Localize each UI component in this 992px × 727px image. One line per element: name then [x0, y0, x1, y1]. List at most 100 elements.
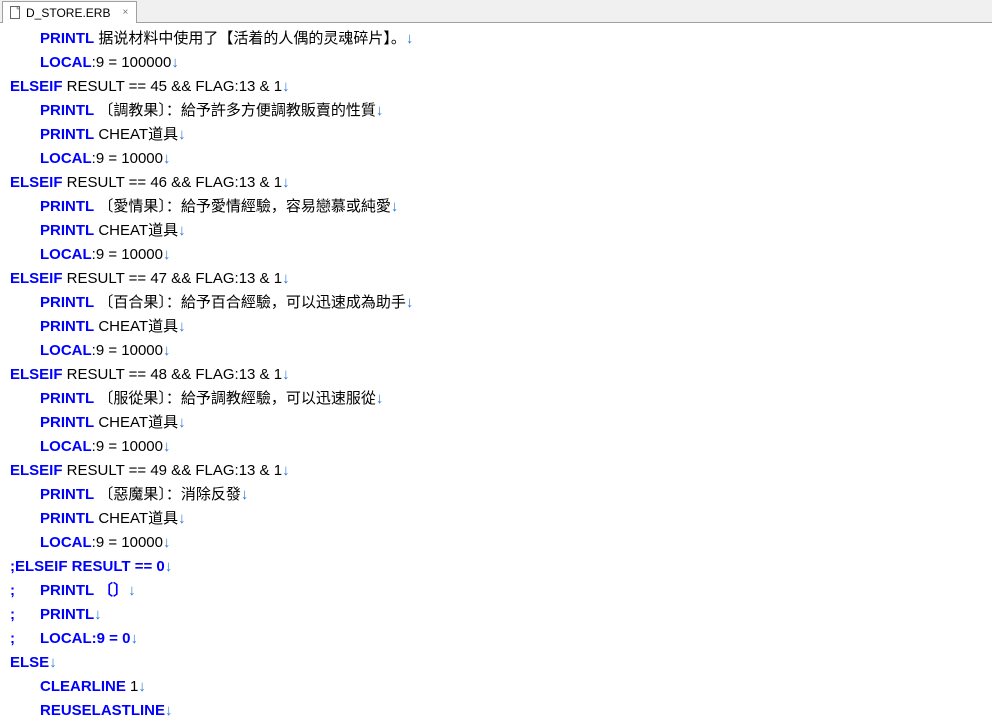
eol-icon: ↓ — [282, 78, 290, 95]
eol-icon: ↓ — [165, 702, 173, 719]
eol-icon: ↓ — [163, 150, 171, 167]
code-text: CHEAT道具 — [94, 318, 178, 335]
code-keyword: ELSEIF — [10, 78, 63, 95]
code-line[interactable]: LOCAL:9 = 10000↓ — [10, 531, 984, 555]
eol-icon: ↓ — [376, 102, 384, 119]
eol-icon: ↓ — [241, 486, 249, 503]
code-line[interactable]: ELSEIF RESULT == 49 && FLAG:13 & 1↓ — [10, 459, 984, 483]
code-line[interactable]: LOCAL:9 = 10000↓ — [10, 435, 984, 459]
eol-icon: ↓ — [282, 174, 290, 191]
code-keyword: LOCAL — [40, 342, 92, 359]
code-line[interactable]: PRINTL 据说材料中使用了【活着的人偶的灵魂碎片】。↓ — [10, 27, 984, 51]
code-line[interactable]: ELSEIF RESULT == 45 && FLAG:13 & 1↓ — [10, 75, 984, 99]
file-icon — [9, 6, 22, 19]
code-line[interactable]: ELSE↓ — [10, 651, 984, 675]
eol-icon: ↓ — [171, 54, 179, 71]
code-text: 据说材料中使用了【活着的人偶的灵魂碎片】。 — [94, 30, 406, 47]
code-text: 〔調教果〕：給予許多方便調教販賣的性質 — [94, 102, 376, 119]
code-line[interactable]: PRINTL 〔愛情果〕：給予愛情經驗，容易戀慕或純愛↓ — [10, 195, 984, 219]
code-line[interactable]: LOCAL:9 = 10000↓ — [10, 147, 984, 171]
code-text: 〔愛情果〕：給予愛情經驗，容易戀慕或純愛 — [94, 198, 391, 215]
code-line[interactable]: PRINTL CHEAT道具↓ — [10, 507, 984, 531]
code-line[interactable]: PRINTL 〔服從果〕：給予調教經驗，可以迅速服從↓ — [10, 387, 984, 411]
code-line[interactable]: ; PRINTL↓ — [10, 603, 984, 627]
code-keyword: PRINTL — [40, 222, 94, 239]
code-keyword: ELSE — [10, 654, 49, 671]
code-text: CHEAT道具 — [94, 414, 178, 431]
code-keyword: ELSEIF — [10, 462, 63, 479]
code-text: CHEAT道具 — [94, 510, 178, 527]
close-icon[interactable]: × — [120, 8, 130, 18]
code-line[interactable]: LOCAL:9 = 10000↓ — [10, 339, 984, 363]
code-keyword: REUSELASTLINE — [40, 702, 165, 719]
code-line[interactable]: ; PRINTL 〔〕↓ — [10, 579, 984, 603]
eol-icon: ↓ — [49, 654, 57, 671]
tab-active[interactable]: D_STORE.ERB × — [2, 1, 137, 23]
code-keyword: PRINTL — [40, 30, 94, 47]
code-line[interactable]: ELSEIF RESULT == 48 && FLAG:13 & 1↓ — [10, 363, 984, 387]
code-text: 〔服從果〕：給予調教經驗，可以迅速服從 — [94, 390, 376, 407]
eol-icon: ↓ — [406, 30, 414, 47]
eol-icon: ↓ — [178, 222, 186, 239]
code-line[interactable]: PRINTL CHEAT道具↓ — [10, 411, 984, 435]
eol-icon: ↓ — [178, 510, 186, 527]
eol-icon: ↓ — [165, 558, 173, 575]
eol-icon: ↓ — [406, 294, 414, 311]
code-keyword: LOCAL — [40, 534, 92, 551]
code-line[interactable]: PRINTL 〔調教果〕：給予許多方便調教販賣的性質↓ — [10, 99, 984, 123]
eol-icon: ↓ — [163, 534, 171, 551]
code-keyword: LOCAL — [40, 54, 92, 71]
code-keyword: PRINTL — [40, 414, 94, 431]
code-keyword: PRINTL — [40, 510, 94, 527]
code-keyword: PRINTL — [40, 294, 94, 311]
eol-icon: ↓ — [178, 126, 186, 143]
code-keyword: PRINTL — [40, 318, 94, 335]
eol-icon: ↓ — [130, 630, 138, 647]
code-text: RESULT == 45 && FLAG:13 & 1 — [63, 78, 283, 95]
code-keyword: ; LOCAL:9 = 0 — [10, 630, 130, 647]
code-line[interactable]: ;ELSEIF RESULT == 0↓ — [10, 555, 984, 579]
code-line[interactable]: PRINTL CHEAT道具↓ — [10, 219, 984, 243]
code-text: RESULT == 48 && FLAG:13 & 1 — [63, 366, 283, 383]
code-keyword: ELSEIF — [10, 366, 63, 383]
code-editor[interactable]: PRINTL 据说材料中使用了【活着的人偶的灵魂碎片】。↓LOCAL:9 = 1… — [0, 23, 992, 727]
code-text: :9 = 10000 — [92, 246, 163, 263]
tab-filename: D_STORE.ERB — [26, 6, 110, 20]
code-line[interactable]: PRINTL 〔百合果〕：給予百合經驗，可以迅速成為助手↓ — [10, 291, 984, 315]
eol-icon: ↓ — [138, 678, 146, 695]
code-line[interactable]: LOCAL:9 = 100000↓ — [10, 51, 984, 75]
code-text: RESULT == 46 && FLAG:13 & 1 — [63, 174, 283, 191]
code-line[interactable]: CLEARLINE 1↓ — [10, 675, 984, 699]
eol-icon: ↓ — [391, 198, 399, 215]
code-line[interactable]: ELSEIF RESULT == 47 && FLAG:13 & 1↓ — [10, 267, 984, 291]
code-text: :9 = 10000 — [92, 438, 163, 455]
code-keyword: PRINTL — [40, 126, 94, 143]
code-keyword: LOCAL — [40, 246, 92, 263]
code-line[interactable]: PRINTL CHEAT道具↓ — [10, 123, 984, 147]
code-keyword: LOCAL — [40, 150, 92, 167]
code-keyword: ; PRINTL 〔〕 — [10, 582, 128, 599]
eol-icon: ↓ — [282, 270, 290, 287]
code-keyword: PRINTL — [40, 390, 94, 407]
code-text: :9 = 10000 — [92, 534, 163, 551]
code-text: RESULT == 49 && FLAG:13 & 1 — [63, 462, 283, 479]
code-line[interactable]: ; LOCAL:9 = 0↓ — [10, 627, 984, 651]
code-line[interactable]: PRINTL 〔惡魔果〕：消除反發↓ — [10, 483, 984, 507]
code-keyword: PRINTL — [40, 198, 94, 215]
tab-bar: D_STORE.ERB × — [0, 0, 992, 23]
eol-icon: ↓ — [282, 462, 290, 479]
code-keyword: ELSEIF — [10, 270, 63, 287]
code-line[interactable]: PRINTL CHEAT道具↓ — [10, 315, 984, 339]
code-keyword: LOCAL — [40, 438, 92, 455]
code-keyword: ;ELSEIF RESULT == 0 — [10, 558, 165, 575]
eol-icon: ↓ — [376, 390, 384, 407]
code-line[interactable]: LOCAL:9 = 10000↓ — [10, 243, 984, 267]
code-line[interactable]: ELSEIF RESULT == 46 && FLAG:13 & 1↓ — [10, 171, 984, 195]
code-keyword: PRINTL — [40, 486, 94, 503]
eol-icon: ↓ — [94, 606, 102, 623]
code-keyword: ; PRINTL — [10, 606, 94, 623]
code-text: 1 — [126, 678, 139, 695]
code-line[interactable]: REUSELASTLINE↓ — [10, 699, 984, 723]
code-text: RESULT == 47 && FLAG:13 & 1 — [63, 270, 283, 287]
code-text: :9 = 10000 — [92, 342, 163, 359]
